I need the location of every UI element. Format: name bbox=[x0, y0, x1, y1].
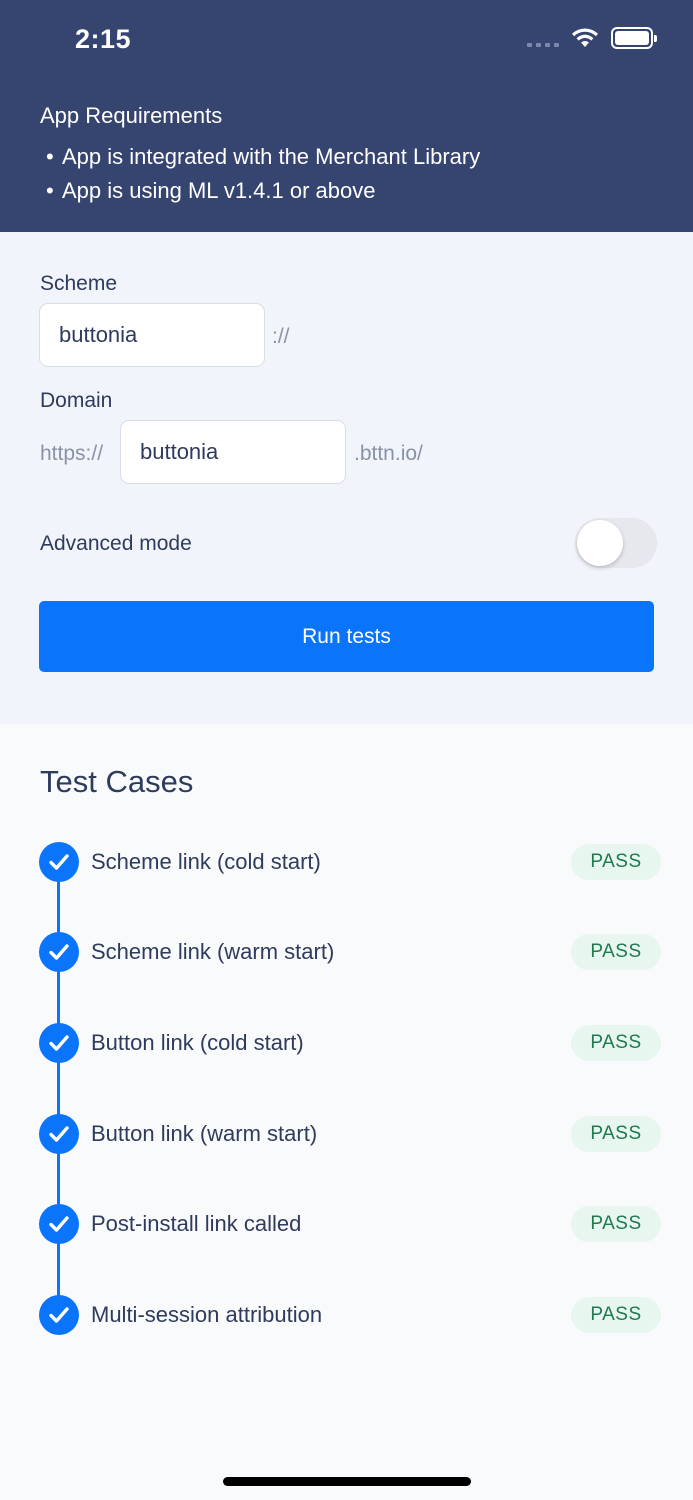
requirements-title: App Requirements bbox=[40, 103, 223, 128]
test-case-label: Multi-session attribution bbox=[91, 1302, 323, 1327]
checkmark-circle-icon bbox=[39, 842, 79, 882]
scheme-label: Scheme bbox=[40, 272, 118, 295]
home-indicator[interactable] bbox=[223, 1477, 471, 1486]
test-case-item: Scheme link (warm start) PASS bbox=[39, 932, 661, 972]
test-case-label: Scheme link (warm start) bbox=[91, 939, 335, 964]
cellular-signal-icon bbox=[527, 43, 559, 47]
test-case-label: Scheme link (cold start) bbox=[91, 849, 321, 874]
status-icons bbox=[527, 27, 657, 49]
checkmark-circle-icon bbox=[39, 1114, 79, 1154]
status-badge: PASS bbox=[571, 844, 661, 880]
test-case-label: Button link (warm start) bbox=[91, 1121, 318, 1146]
battery-icon bbox=[611, 27, 657, 49]
test-case-label: Post-install link called bbox=[91, 1211, 302, 1236]
checkmark-circle-icon bbox=[39, 1023, 79, 1063]
scheme-suffix: :// bbox=[272, 325, 290, 348]
toggle-knob bbox=[577, 520, 623, 566]
config-form: Scheme buttonia :// Domain https:// butt… bbox=[0, 232, 693, 724]
advanced-mode-label: Advanced mode bbox=[40, 532, 192, 555]
checkmark-circle-icon bbox=[39, 1295, 79, 1335]
domain-label: Domain bbox=[40, 389, 113, 412]
requirement-item: • App is using ML v1.4.1 or above bbox=[46, 178, 376, 203]
scheme-input[interactable]: buttonia bbox=[39, 303, 265, 367]
domain-input[interactable]: buttonia bbox=[120, 420, 346, 484]
run-tests-button[interactable]: Run tests bbox=[39, 601, 654, 672]
advanced-mode-toggle[interactable] bbox=[575, 518, 657, 568]
test-case-item: Multi-session attribution PASS bbox=[39, 1295, 661, 1335]
checkmark-circle-icon bbox=[39, 932, 79, 972]
requirements-list: • App is integrated with the Merchant Lib… bbox=[46, 144, 480, 212]
test-case-item: Button link (cold start) PASS bbox=[39, 1023, 661, 1063]
test-case-item: Post-install link called PASS bbox=[39, 1204, 661, 1244]
status-badge: PASS bbox=[571, 1116, 661, 1152]
header: 2:15 App Requirements • App is integrated… bbox=[0, 0, 693, 232]
domain-suffix: .bttn.io/ bbox=[354, 442, 423, 465]
status-time: 2:15 bbox=[75, 24, 132, 54]
timeline-line bbox=[57, 862, 60, 1314]
test-cases-title: Test Cases bbox=[40, 764, 194, 799]
status-badge: PASS bbox=[571, 1297, 661, 1333]
status-badge: PASS bbox=[571, 1025, 661, 1061]
test-case-item: Scheme link (cold start) PASS bbox=[39, 842, 661, 882]
domain-prefix: https:// bbox=[40, 442, 104, 465]
checkmark-circle-icon bbox=[39, 1204, 79, 1244]
status-badge: PASS bbox=[571, 934, 661, 970]
test-case-item: Button link (warm start) PASS bbox=[39, 1114, 661, 1154]
wifi-icon bbox=[572, 28, 598, 47]
test-case-label: Button link (cold start) bbox=[91, 1030, 304, 1055]
status-badge: PASS bbox=[571, 1206, 661, 1242]
requirement-item: • App is integrated with the Merchant Lib… bbox=[46, 144, 481, 169]
